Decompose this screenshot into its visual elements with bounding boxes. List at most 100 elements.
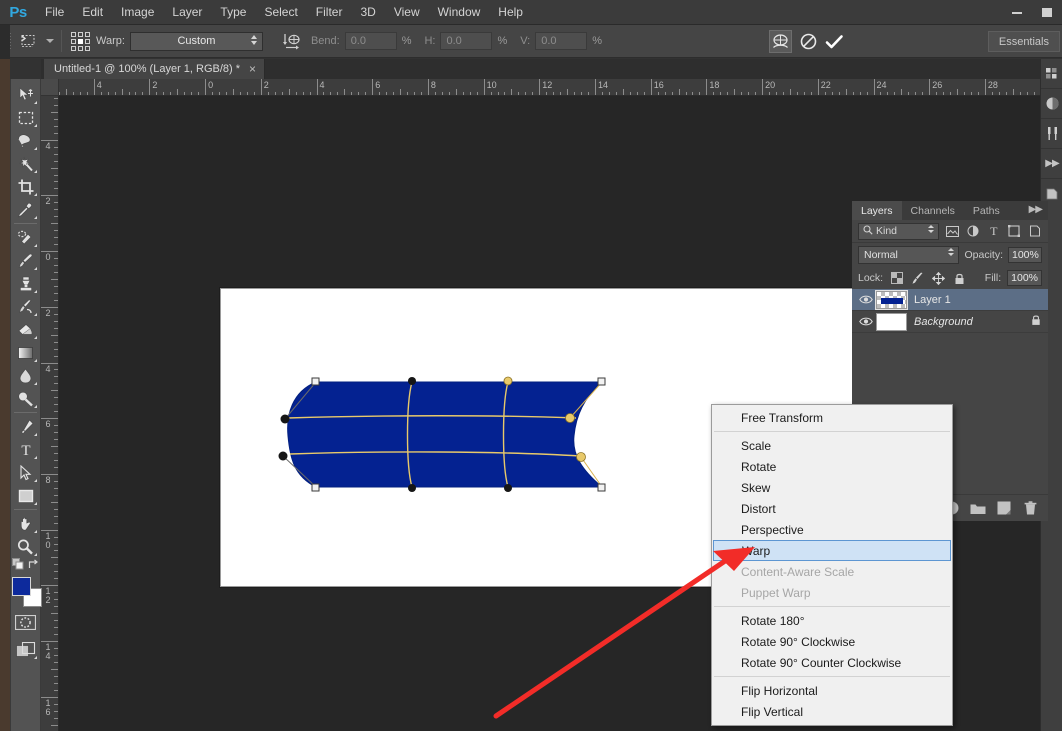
ref-pt-bc[interactable] <box>78 45 83 51</box>
layer-thumbnail[interactable] <box>876 312 907 331</box>
eye-icon[interactable] <box>856 316 876 327</box>
zoom-tool[interactable] <box>12 535 39 558</box>
foreground-color-swatch[interactable] <box>11 577 31 596</box>
panel-tab-layers[interactable]: Layers <box>852 201 902 220</box>
move-tool[interactable] <box>12 83 39 106</box>
ref-pt-mr[interactable] <box>85 38 90 44</box>
warp-style-select[interactable]: Custom <box>129 31 263 51</box>
context-menu-item-perspective[interactable]: Perspective <box>712 519 952 540</box>
menu-file[interactable]: File <box>36 0 73 25</box>
layer-filter-kind-select[interactable]: Kind <box>858 222 940 240</box>
ref-pt-center[interactable] <box>78 38 83 44</box>
properties-panel-icon[interactable] <box>1041 119 1062 149</box>
filter-pixel-icon[interactable] <box>945 223 960 240</box>
ruler-corner[interactable] <box>41 79 59 96</box>
ref-pt-tl[interactable] <box>71 31 76 37</box>
new-group-icon[interactable] <box>966 497 990 519</box>
context-menu-item-flip-vertical[interactable]: Flip Vertical <box>712 701 952 722</box>
ref-pt-bl[interactable] <box>71 45 76 51</box>
spot-healing-brush-tool[interactable] <box>12 226 39 249</box>
panel-menu-icon[interactable]: ▶▶ <box>1029 204 1043 215</box>
workspace-switcher[interactable]: Essentials <box>987 31 1060 52</box>
menu-view[interactable]: View <box>385 0 429 25</box>
menu-edit[interactable]: Edit <box>73 0 112 25</box>
type-tool[interactable]: T <box>12 438 39 461</box>
pen-tool[interactable] <box>12 415 39 438</box>
ref-pt-br[interactable] <box>85 45 90 51</box>
color-swatches[interactable] <box>11 577 42 607</box>
context-menu-item-scale[interactable]: Scale <box>712 435 952 456</box>
expand-panels-icon[interactable]: ▶▶ <box>1041 149 1062 179</box>
ref-pt-ml[interactable] <box>71 38 76 44</box>
filter-smart-object-icon[interactable] <box>1028 223 1043 240</box>
context-menu-item-flip-horizontal[interactable]: Flip Horizontal <box>712 680 952 701</box>
bend-input[interactable]: 0.0 <box>344 32 397 50</box>
menu-help[interactable]: Help <box>489 0 532 25</box>
dodge-tool[interactable] <box>12 387 39 410</box>
layer-thumbnail[interactable] <box>875 289 908 310</box>
hand-tool[interactable] <box>12 512 39 535</box>
context-menu-item-distort[interactable]: Distort <box>712 498 952 519</box>
new-layer-icon[interactable] <box>992 497 1016 519</box>
menu-filter[interactable]: Filter <box>307 0 352 25</box>
filter-adjustment-icon[interactable] <box>966 223 981 240</box>
maximize-button[interactable] <box>1032 0 1062 25</box>
delete-layer-icon[interactable] <box>1018 497 1042 519</box>
context-menu-item-skew[interactable]: Skew <box>712 477 952 498</box>
filter-type-icon[interactable]: T <box>986 223 1001 240</box>
context-menu-item-rotate[interactable]: Rotate <box>712 456 952 477</box>
menu-3d[interactable]: 3D <box>351 0 384 25</box>
path-selection-tool[interactable] <box>12 461 39 484</box>
context-menu-item-rotate-180[interactable]: Rotate 180° <box>712 610 952 631</box>
cancel-transform-icon[interactable] <box>796 30 822 54</box>
rectangular-marquee-tool[interactable] <box>12 106 39 129</box>
rectangle-tool[interactable] <box>12 484 39 507</box>
minimize-button[interactable] <box>1002 0 1032 25</box>
filter-shape-icon[interactable] <box>1007 223 1022 240</box>
change-warp-orientation-icon[interactable] <box>277 29 307 53</box>
layer-row[interactable]: Background <box>852 311 1048 333</box>
fill-value[interactable]: 100% <box>1007 270 1042 286</box>
screen-mode-button[interactable] <box>12 638 39 661</box>
lock-image-pixels-icon[interactable] <box>910 270 925 287</box>
menu-select[interactable]: Select <box>255 0 306 25</box>
commit-transform-icon[interactable] <box>822 30 848 54</box>
history-brush-tool[interactable] <box>12 295 39 318</box>
eyedropper-tool[interactable] <box>12 198 39 221</box>
crop-tool[interactable] <box>12 175 39 198</box>
blur-tool[interactable] <box>12 364 39 387</box>
opacity-value[interactable]: 100% <box>1008 247 1042 263</box>
close-icon[interactable]: × <box>249 63 256 75</box>
lock-transparent-pixels-icon[interactable] <box>889 270 904 287</box>
ref-pt-tc[interactable] <box>78 31 83 37</box>
warp-h-input[interactable]: 0.0 <box>440 32 493 50</box>
context-menu-item-rotate-90-clockwise[interactable]: Rotate 90° Clockwise <box>712 631 952 652</box>
lock-position-icon[interactable] <box>931 270 946 287</box>
menu-window[interactable]: Window <box>429 0 490 25</box>
brush-tool[interactable] <box>12 249 39 272</box>
horizontal-ruler[interactable]: 6420246810121416182022242628 <box>59 79 1062 96</box>
panel-tab-paths[interactable]: Paths <box>964 201 1009 220</box>
lock-all-icon[interactable] <box>952 270 967 287</box>
lasso-tool[interactable] <box>12 129 39 152</box>
blend-mode-select[interactable]: Normal <box>858 246 960 264</box>
menu-layer[interactable]: Layer <box>163 0 211 25</box>
adjustments-panel-icon[interactable] <box>1041 89 1062 119</box>
eye-icon[interactable] <box>856 294 876 305</box>
clone-stamp-tool[interactable] <box>12 272 39 295</box>
tool-preset-chevron-down-icon[interactable] <box>46 39 54 43</box>
swap-colors-icon[interactable] <box>27 557 39 575</box>
menu-type[interactable]: Type <box>211 0 255 25</box>
layer-row[interactable]: Layer 1 <box>852 289 1048 311</box>
color-panel-icon[interactable] <box>1041 59 1062 89</box>
ref-pt-tr[interactable] <box>85 31 90 37</box>
context-menu-item-warp[interactable]: Warp <box>713 540 951 561</box>
context-menu-item-free-transform[interactable]: Free Transform <box>712 407 952 428</box>
menu-image[interactable]: Image <box>112 0 163 25</box>
toggle-free-transform-and-warp-modes-icon[interactable] <box>768 30 792 53</box>
gradient-tool[interactable] <box>12 341 39 364</box>
panel-tab-channels[interactable]: Channels <box>902 201 964 220</box>
document-tab[interactable]: Untitled-1 @ 100% (Layer 1, RGB/8) * × <box>44 59 266 79</box>
warp-tool-icon[interactable] <box>14 29 44 53</box>
magic-wand-tool[interactable] <box>12 152 39 175</box>
